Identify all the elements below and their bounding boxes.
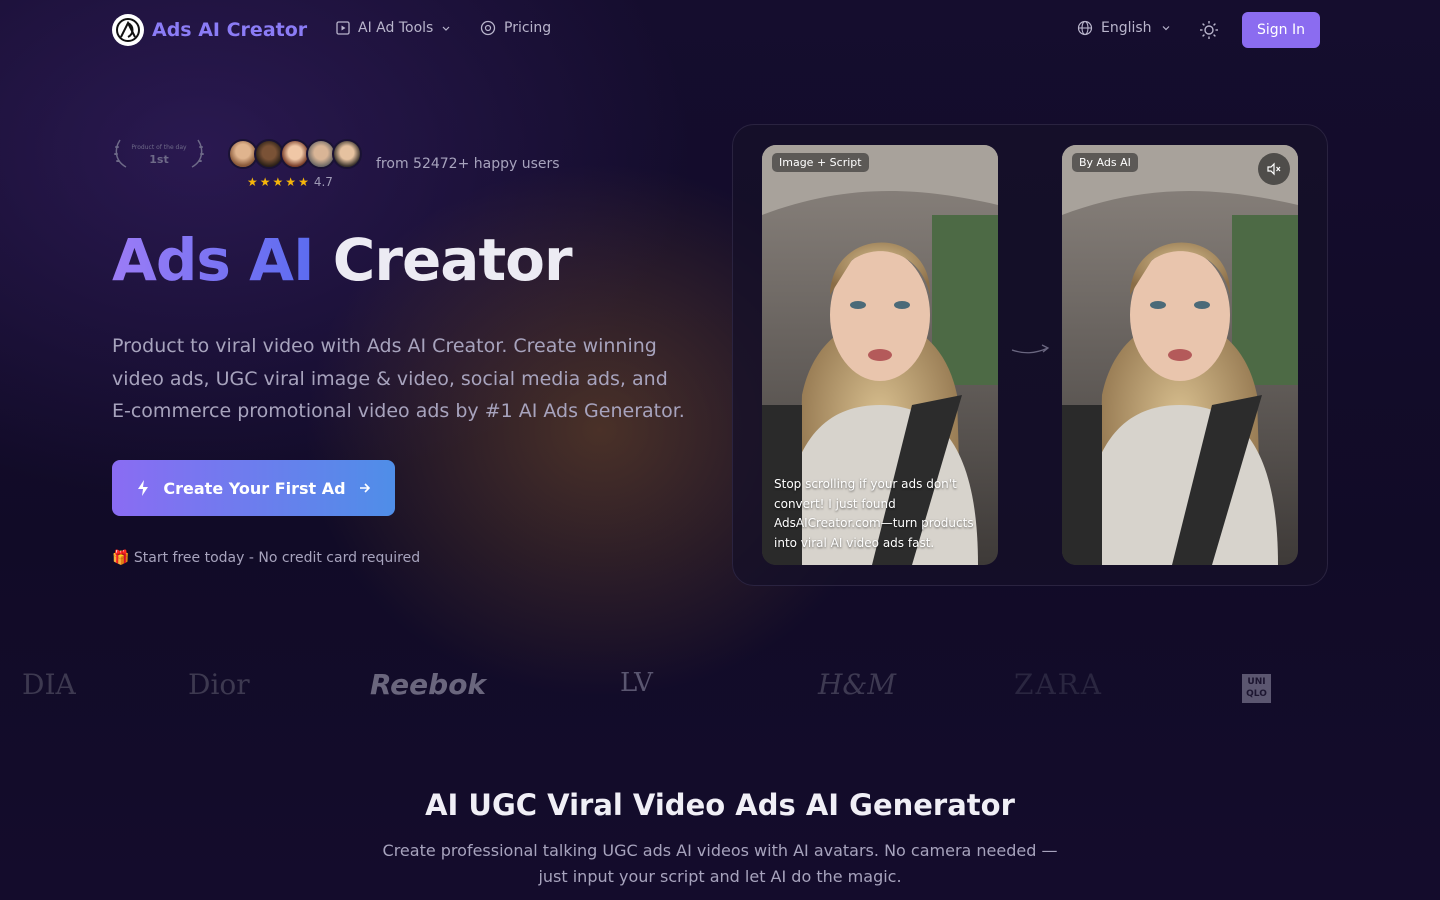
badge-rank: 1st: [149, 153, 169, 166]
language-selector[interactable]: English: [1077, 20, 1172, 36]
hero-description: Product to viral video with Ads AI Creat…: [112, 335, 685, 422]
input-tag: Image + Script: [772, 153, 869, 172]
create-first-ad-label: Create Your First Ad: [163, 478, 346, 498]
lightning-icon: [138, 480, 149, 496]
section-title: AI UGC Viral Video Ads AI Generator: [425, 788, 1015, 822]
brand-logo: Reebok: [370, 668, 487, 701]
brand-logo: UNI QLO: [1242, 674, 1271, 703]
sign-in-button[interactable]: Sign In: [1242, 12, 1320, 48]
video-output[interactable]: By Ads AI: [1062, 145, 1298, 565]
create-first-ad-button[interactable]: Create Your First Ad: [112, 460, 395, 516]
section-description: Create professional talking UGC ads AI v…: [382, 841, 1058, 886]
nav-ai-ad-tools[interactable]: AI Ad Tools: [336, 20, 451, 36]
logo-mark-icon: [112, 14, 144, 46]
nav-ai-ad-tools-label: AI Ad Tools: [358, 20, 434, 36]
user-avatars: [228, 139, 362, 169]
top-nav: Ads AI Creator AI Ad Tools Pricing Engli…: [0, 0, 1440, 60]
mute-button[interactable]: [1258, 153, 1290, 185]
video-input[interactable]: Image + Script Stop scrolling if your ad…: [762, 145, 998, 565]
rating-value: 4.7: [313, 175, 333, 189]
arrow-right-icon: [1011, 344, 1050, 354]
star-icon: ★: [272, 175, 284, 189]
hero-title: Ads AI Creator: [112, 226, 573, 294]
rating-stars: ★ ★ ★ ★ ★ 4.7: [247, 175, 333, 189]
brand-logo: ZARA: [1014, 668, 1103, 701]
badge-label: Product of the day: [131, 144, 187, 151]
logo-text: Ads AI Creator: [152, 19, 308, 41]
dollar-circle-icon: [480, 20, 496, 36]
play-square-icon: [336, 21, 350, 35]
arrow-right-icon: [359, 483, 370, 493]
brand-logo: H&M: [818, 668, 897, 701]
globe-icon: [1077, 20, 1093, 36]
free-note: 🎁 Start free today - No credit card requ…: [112, 550, 421, 566]
hero-title-plain: Creator: [332, 226, 573, 294]
star-icon: ★: [285, 175, 297, 189]
star-icon: ★: [247, 175, 258, 189]
chevron-down-icon: [1162, 26, 1169, 31]
output-tag: By Ads AI: [1072, 153, 1138, 172]
avatar: [332, 139, 362, 169]
hero-title-accent: Ads AI: [112, 226, 315, 294]
happy-users-text: from 52472+ happy users: [376, 156, 560, 172]
brand-logo: Dior: [188, 668, 250, 701]
brand-logo: DIA: [22, 668, 76, 701]
nav-pricing-label: Pricing: [504, 20, 552, 36]
language-label: English: [1101, 20, 1152, 36]
speaker-muted-icon: [1267, 162, 1281, 176]
product-of-the-day-badge[interactable]: Product of the day 1st: [112, 137, 206, 171]
nav-pricing[interactable]: Pricing: [480, 20, 551, 36]
script-caption: Stop scrolling if your ads don't convert…: [774, 477, 974, 550]
video-scene-image: [1062, 145, 1298, 565]
chevron-down-icon: [442, 26, 450, 31]
logo[interactable]: Ads AI Creator: [112, 14, 307, 46]
star-icon: ★: [298, 175, 309, 189]
star-icon: ★: [259, 175, 271, 189]
theme-toggle-sun-icon[interactable]: [1199, 20, 1219, 40]
brand-logo: LV: [620, 668, 653, 698]
